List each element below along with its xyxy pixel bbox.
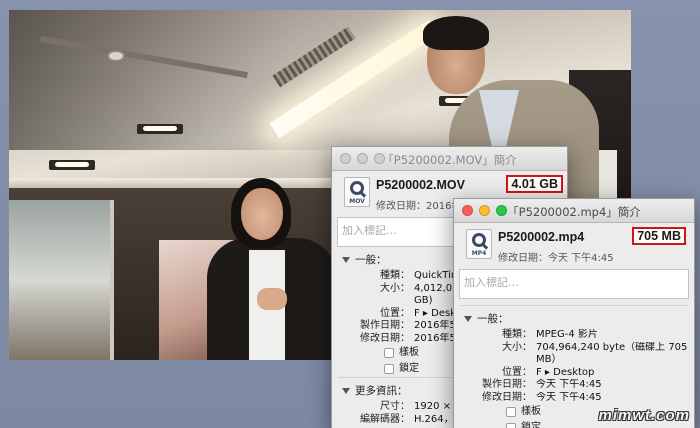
window-title: 「P5200002.MOV」簡介 — [382, 153, 517, 167]
locked-label: 鎖定 — [521, 422, 541, 428]
created-key: 製作日期： — [360, 320, 410, 331]
where-key: 位置： — [380, 307, 410, 319]
mov-titlebar[interactable]: 「P5200002.MOV」簡介 — [332, 147, 567, 171]
quicktime-file-icon: MP4 — [466, 229, 492, 259]
size-key: 大小： — [502, 341, 532, 353]
tags-input[interactable]: 加入標記… — [459, 269, 689, 299]
codecs-key: 編解碼器： — [360, 413, 410, 425]
modified-summary: 修改日期：今天 下午4:45 — [498, 253, 614, 264]
modified-key: 修改日期： — [360, 332, 410, 344]
disclosure-triangle-icon — [464, 315, 472, 322]
stationery-checkbox[interactable] — [384, 348, 394, 358]
quicktime-file-icon: MOV — [344, 177, 370, 207]
created-key: 製作日期： — [482, 379, 532, 390]
mp4-titlebar[interactable]: 「P5200002.mp4」簡介 — [454, 199, 694, 223]
store-window — [9, 200, 114, 360]
woman-hand — [257, 288, 287, 310]
general-section-toggle[interactable]: 一般： — [454, 306, 694, 329]
file-size-highlight: 705 MB — [632, 227, 686, 245]
quicktime-q-icon — [350, 181, 364, 195]
site-watermark: mimwt.com — [598, 407, 690, 424]
modified-key: 修改日期： — [482, 391, 532, 403]
file-extension-label: MP4 — [471, 250, 487, 257]
ceiling-spotlight — [49, 160, 95, 170]
man-hair — [423, 16, 489, 50]
where-value: F ▸ Desktop — [536, 366, 595, 378]
locked-checkbox[interactable] — [506, 423, 516, 428]
general-info-table: 種類： MPEG-4 影片 大小： 704,964,240 byte（磁碟上 7… — [454, 329, 694, 404]
general-section-label: 一般： — [477, 313, 509, 325]
kind-key: 種類： — [502, 329, 532, 340]
ceiling-spotlight — [137, 124, 183, 134]
kind-key: 種類： — [380, 270, 410, 281]
where-key: 位置： — [502, 366, 532, 378]
file-extension-label: MOV — [349, 198, 365, 205]
file-name: P5200002.mp4 — [498, 230, 585, 244]
modified-value: 今天 下午4:45 — [536, 391, 602, 403]
disclosure-triangle-icon — [342, 256, 350, 263]
size-key: 大小： — [380, 282, 410, 294]
mp4-info-window[interactable]: 「P5200002.mp4」簡介 MP4 P5200002.mp4 705 MB… — [453, 198, 695, 428]
stationery-checkbox[interactable] — [506, 407, 516, 417]
woman-head — [241, 188, 283, 240]
dimensions-key: 尺寸： — [380, 401, 410, 412]
quicktime-q-icon — [472, 233, 486, 247]
file-name: P5200002.MOV — [376, 178, 465, 192]
disclosure-triangle-icon — [342, 387, 350, 394]
created-value: 今天 下午4:45 — [536, 379, 602, 390]
stationery-label: 樣板 — [399, 347, 419, 358]
ceiling-fan-hub — [107, 50, 125, 62]
kind-value: MPEG-4 影片 — [536, 329, 598, 340]
stationery-label: 樣板 — [521, 406, 541, 417]
general-section-label: 一般： — [355, 254, 387, 266]
file-size-highlight: 4.01 GB — [506, 175, 563, 193]
size-value: 704,964,240 byte（磁碟上 705 MB） — [536, 341, 688, 366]
locked-label: 鎖定 — [399, 363, 419, 374]
locked-checkbox[interactable] — [384, 364, 394, 374]
more-info-label: 更多資訊： — [355, 385, 408, 397]
file-summary: MP4 P5200002.mp4 705 MB 修改日期：今天 下午4:45 — [454, 223, 694, 269]
window-title: 「P5200002.mp4」簡介 — [507, 205, 641, 219]
